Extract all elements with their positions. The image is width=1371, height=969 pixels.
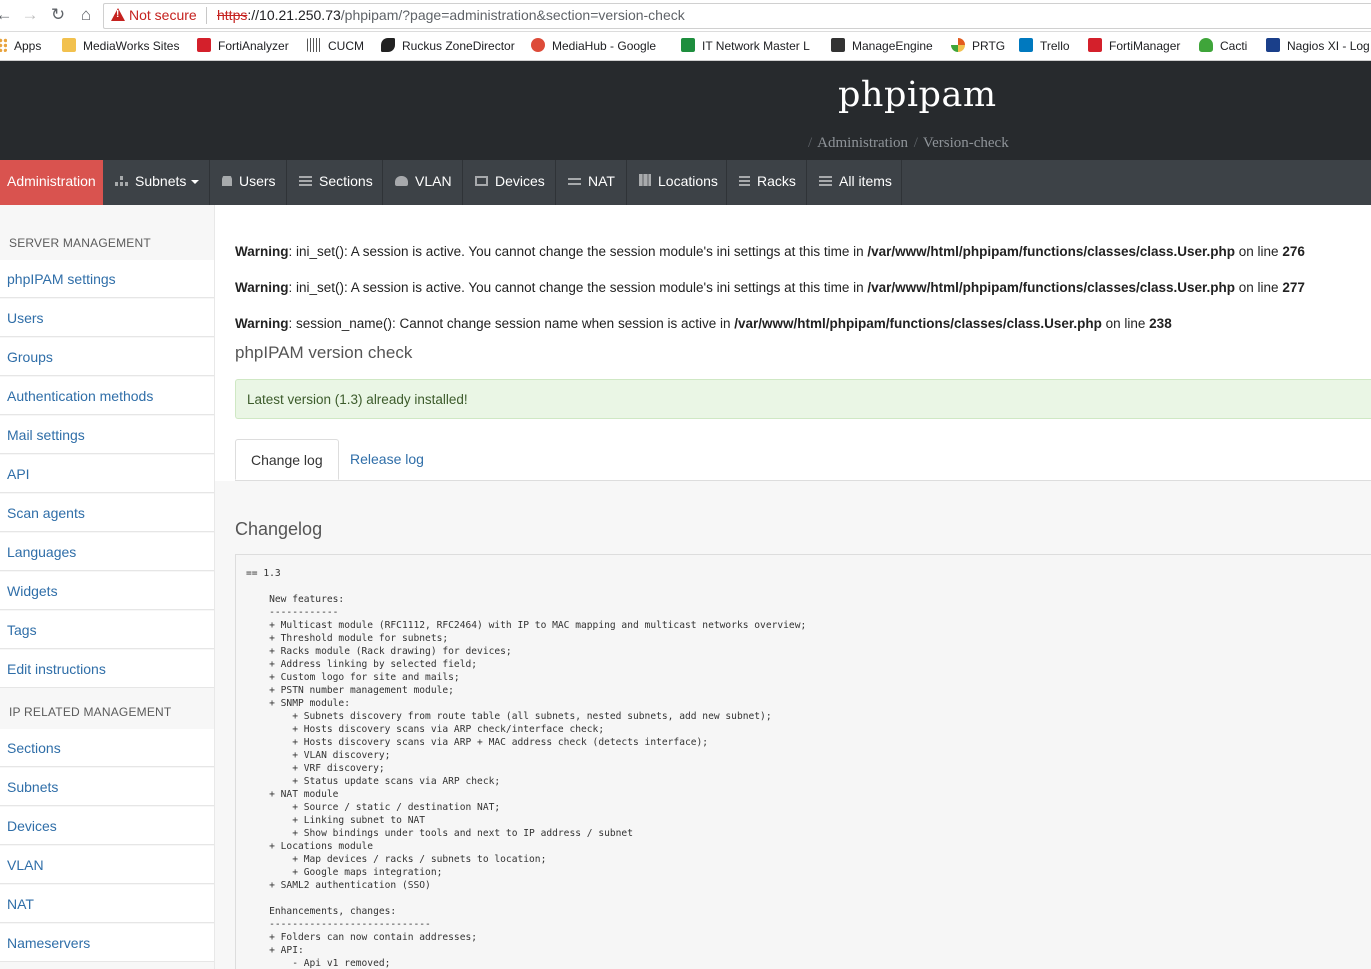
chevron-down-icon	[191, 180, 200, 184]
admin-sidebar: SERVER MANAGEMENT phpIPAM settings Users…	[0, 205, 215, 969]
cloud-icon	[395, 176, 408, 186]
changelog-text: == 1.3 New features: ------------ + Mult…	[246, 568, 807, 969]
sidebar-item-groups[interactable]: Groups	[0, 338, 214, 376]
app-header: phpipam / Administration / Version-check	[0, 61, 1371, 160]
sidebar-item-api[interactable]: API	[0, 455, 214, 493]
sidebar-heading-ip-related-management: IP RELATED MANAGEMENT	[9, 705, 172, 719]
sidebar-item-scan-agents[interactable]: Scan agents	[0, 494, 214, 532]
menu-locations[interactable]: Locations	[627, 160, 727, 205]
sidebar-item-nat[interactable]: NAT	[0, 885, 214, 923]
breadcrumb: / Administration / Version-check	[808, 135, 1009, 151]
main-content: Warning: ini_set(): A session is active.…	[215, 205, 1371, 969]
sidebar-item-users[interactable]: Users	[0, 299, 214, 337]
reload-icon[interactable]: ↻	[48, 5, 68, 25]
trello-icon	[1019, 38, 1033, 52]
bookmark-it-network-master[interactable]: IT Network Master L	[681, 38, 810, 53]
php-warning: Warning: ini_set(): A session is active.…	[235, 280, 1305, 295]
sidebar-item-nameservers[interactable]: Nameservers	[0, 924, 214, 962]
folder-icon	[62, 38, 76, 52]
sidebar-item-subnets[interactable]: Subnets	[0, 768, 214, 806]
bookmark-ruckus-zonedirector[interactable]: Ruckus ZoneDirector	[381, 38, 515, 53]
brand-title[interactable]: phpipam	[838, 75, 997, 115]
sidebar-item-tags[interactable]: Tags	[0, 611, 214, 649]
sidebar-item-vlan[interactable]: VLAN	[0, 846, 214, 884]
bookmark-cacti[interactable]: Cacti	[1199, 38, 1247, 53]
sidebar-item-sections[interactable]: Sections	[0, 729, 214, 767]
cacti-icon	[1199, 38, 1213, 52]
fortinet-icon	[197, 38, 211, 52]
changelog-panel: Changelog == 1.3 New features: ---------…	[215, 481, 1371, 969]
bookmark-nagios-xi[interactable]: Nagios XI - Log	[1266, 38, 1370, 53]
sitemap-icon	[115, 176, 128, 186]
main-menu: Administration Subnets Users Sections VL…	[0, 160, 1371, 205]
menu-vlan[interactable]: VLAN	[383, 160, 463, 205]
exchange-icon	[568, 176, 581, 186]
ruckus-dog-icon	[381, 38, 395, 52]
cisco-icon	[307, 38, 321, 52]
menu-nat[interactable]: NAT	[556, 160, 627, 205]
bookmark-fortianalyzer[interactable]: FortiAnalyzer	[197, 38, 289, 53]
sidebar-item-authentication-methods[interactable]: Authentication methods	[0, 377, 214, 415]
tab-change-log[interactable]: Change log	[235, 439, 339, 480]
changelog-text-box[interactable]: == 1.3 New features: ------------ + Mult…	[235, 555, 1371, 969]
bookmark-cucm[interactable]: CUCM	[307, 38, 364, 53]
changelog-title: Changelog	[235, 519, 323, 539]
php-warning: Warning: session_name(): Cannot change s…	[235, 316, 1172, 331]
sidebar-item-widgets[interactable]: Widgets	[0, 572, 214, 610]
address-bar[interactable]: Not secure https://10.21.250.73/phpipam/…	[103, 3, 1371, 29]
bookmark-mediaworks-sites[interactable]: MediaWorks Sites	[62, 38, 179, 53]
warning-triangle-icon	[111, 8, 125, 21]
version-status-alert: Latest version (1.3) already installed!	[235, 379, 1371, 419]
menu-all-items[interactable]: All items	[807, 160, 902, 205]
menu-sections[interactable]: Sections	[287, 160, 383, 205]
bookmark-manageengine[interactable]: ManageEngine	[831, 38, 933, 53]
bookmark-fortimanager[interactable]: FortiManager	[1088, 38, 1180, 53]
manageengine-icon	[831, 38, 845, 52]
forward-arrow-icon[interactable]: →	[20, 5, 40, 25]
log-tabs: Change log Release log	[235, 439, 1371, 481]
sidebar-item-edit-instructions[interactable]: Edit instructions	[0, 650, 214, 688]
bookmark-mediahub-google[interactable]: MediaHub - Google	[531, 38, 656, 53]
menu-users[interactable]: Users	[210, 160, 287, 205]
sheets-icon	[681, 38, 695, 52]
not-secure-indicator[interactable]: Not secure	[111, 7, 197, 23]
url-text[interactable]: https://10.21.250.73/phpipam/?page=admin…	[217, 7, 685, 23]
apps-grid-icon	[0, 38, 7, 52]
sidebar-item-phpipam-settings[interactable]: phpIPAM settings	[0, 260, 214, 298]
menu-devices[interactable]: Devices	[463, 160, 556, 205]
desktop-icon	[475, 176, 488, 186]
map-icon	[639, 174, 651, 186]
home-icon[interactable]: ⌂	[76, 5, 96, 25]
list-icon	[299, 176, 312, 186]
php-warning: Warning: ini_set(): A session is active.…	[235, 244, 1305, 259]
sidebar-item-languages[interactable]: Languages	[0, 533, 214, 571]
tab-release-log[interactable]: Release log	[335, 439, 439, 480]
bookmark-prtg[interactable]: PRTG	[951, 38, 1005, 53]
prtg-gauge-icon	[951, 38, 965, 52]
bookmark-apps[interactable]: Apps	[0, 38, 41, 53]
fortinet-icon	[1088, 38, 1102, 52]
bookmarks-bar: Apps MediaWorks Sites FortiAnalyzer CUCM…	[0, 32, 1371, 61]
breadcrumb-administration[interactable]: Administration	[817, 135, 908, 151]
menu-administration[interactable]: Administration	[0, 160, 103, 205]
sidebar-item-devices[interactable]: Devices	[0, 807, 214, 845]
nagios-icon	[1266, 38, 1280, 52]
bookmark-trello[interactable]: Trello	[1019, 38, 1070, 53]
sidebar-item-mail-settings[interactable]: Mail settings	[0, 416, 214, 454]
version-check-title: phpIPAM version check	[235, 343, 413, 362]
menu-racks[interactable]: Racks	[727, 160, 807, 205]
address-separator	[206, 7, 207, 24]
breadcrumb-version-check[interactable]: Version-check	[923, 135, 1009, 151]
list-icon	[819, 176, 832, 186]
google-plus-icon	[531, 38, 545, 52]
browser-toolbar: ← → ↻ ⌂ Not secure https://10.21.250.73/…	[0, 0, 1371, 32]
menu-subnets[interactable]: Subnets	[103, 160, 210, 205]
back-arrow-icon[interactable]: ←	[0, 5, 14, 25]
bars-icon	[739, 176, 750, 186]
user-icon	[222, 176, 232, 186]
sidebar-heading-server-management: SERVER MANAGEMENT	[9, 236, 151, 250]
